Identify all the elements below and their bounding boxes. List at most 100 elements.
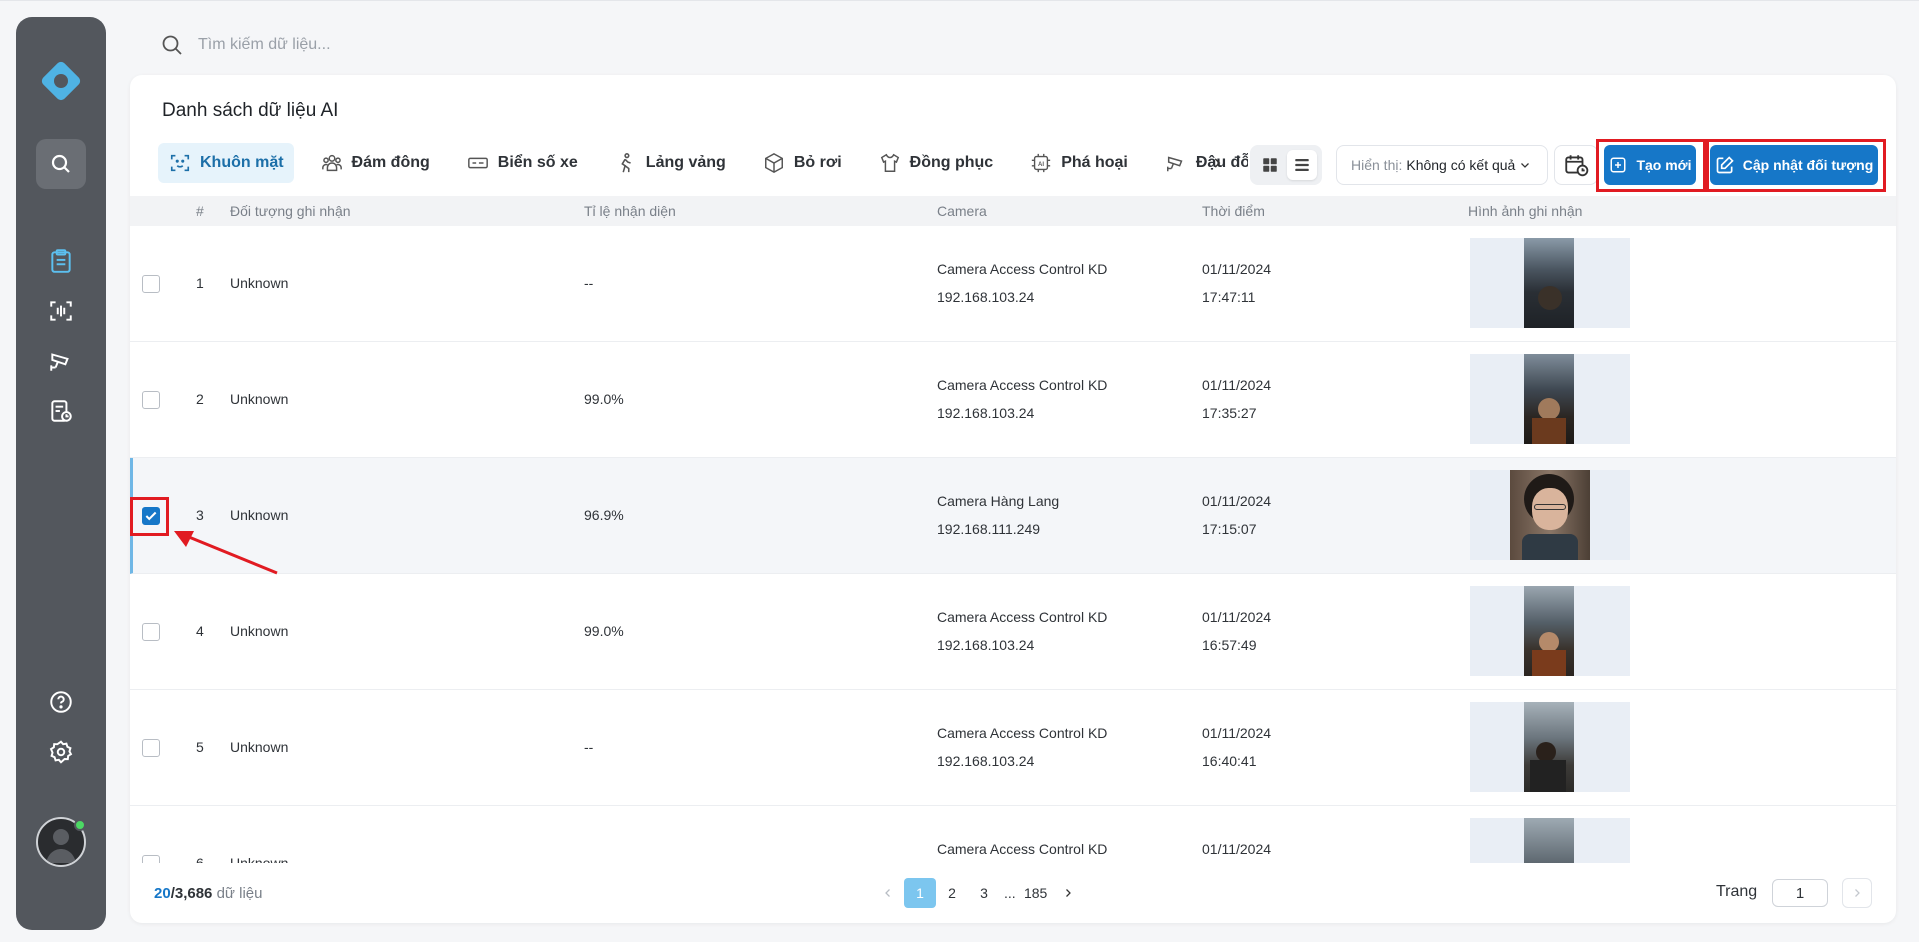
tab-parking[interactable]: Đậu đỗ — [1154, 143, 1248, 183]
category-tabs: Khuôn mặt Đám đông Biển số xe Lảng vảng … — [158, 143, 1248, 183]
people-icon — [320, 151, 344, 175]
table-row[interactable]: 2 Unknown 99.0% Camera Access Control KD… — [130, 342, 1896, 458]
clipboard-list-icon — [51, 249, 71, 273]
grid-view-button[interactable] — [1255, 150, 1285, 180]
sidebar-settings[interactable] — [46, 737, 76, 767]
sidebar-search-button[interactable] — [36, 139, 86, 189]
table-row-selected[interactable]: 3 Unknown 96.9% Camera Hàng Lang 192.168… — [130, 458, 1896, 574]
date-filter-button[interactable] — [1554, 145, 1598, 185]
row-camera: Camera Hàng Lang — [937, 493, 1060, 509]
page-jump-input[interactable] — [1772, 879, 1828, 907]
row-camera: Camera Access Control KD — [937, 377, 1108, 393]
tab-uniform[interactable]: Đồng phục — [868, 143, 1004, 183]
capture-thumbnail[interactable] — [1470, 470, 1630, 560]
row-checkbox[interactable] — [142, 739, 160, 757]
row-time: 17:35:27 — [1202, 405, 1257, 421]
walking-icon — [614, 151, 638, 175]
row-checkbox[interactable] — [142, 507, 160, 525]
row-date: 01/11/2024 — [1202, 377, 1272, 393]
page-title: Danh sách dữ liệu AI — [162, 100, 339, 121]
edit-icon — [1715, 155, 1735, 175]
row-object: Unknown — [230, 507, 289, 523]
sidebar-item-camera[interactable] — [46, 346, 76, 376]
chevron-left-icon — [885, 889, 890, 897]
list-icon — [1295, 159, 1309, 171]
pagination-prev[interactable] — [872, 878, 904, 908]
update-object-button[interactable]: Cập nhật đối tượng — [1710, 145, 1878, 185]
list-view-button[interactable] — [1287, 150, 1317, 180]
capture-thumbnail[interactable] — [1470, 702, 1630, 792]
capture-thumbnail[interactable] — [1470, 354, 1630, 444]
report-clock-icon — [51, 400, 72, 422]
svg-text:AI: AI — [1038, 162, 1044, 168]
table-row[interactable]: 4 Unknown 99.0% Camera Access Control KD… — [130, 574, 1896, 690]
cctv-camera-icon — [50, 353, 69, 371]
pagination-page[interactable]: 3 — [968, 878, 1000, 908]
gear-icon — [49, 740, 73, 764]
column-time: Thời điểm — [1202, 203, 1265, 219]
capture-thumbnail[interactable] — [1470, 818, 1630, 863]
row-checkbox[interactable] — [142, 855, 160, 863]
global-search — [160, 30, 760, 60]
tab-loitering[interactable]: Lảng vảng — [604, 143, 736, 183]
sidebar-help[interactable] — [46, 687, 76, 717]
sidebar-item-face-recognition[interactable] — [46, 296, 76, 326]
tabs-scroll-next[interactable] — [1206, 152, 1228, 174]
tab-abandoned[interactable]: Bỏ rơi — [752, 143, 852, 183]
ai-chip-icon: AI — [1029, 151, 1053, 175]
sidebar-item-data-list[interactable] — [46, 246, 76, 276]
row-time: 17:15:07 — [1202, 521, 1257, 537]
row-checkbox[interactable] — [142, 275, 160, 293]
row-date: 01/11/2024 — [1202, 609, 1272, 625]
row-index: 3 — [196, 507, 204, 523]
data-list-card: Danh sách dữ liệu AI Khuôn mặt Đám đông … — [130, 75, 1896, 923]
display-filter-label: Hiển thị: — [1351, 157, 1403, 173]
pagination-page[interactable]: 2 — [936, 878, 968, 908]
row-camera: Camera Access Control KD — [937, 609, 1108, 625]
row-date: 01/11/2024 — [1202, 261, 1272, 277]
row-object: Unknown — [230, 739, 289, 755]
display-filter-select[interactable]: Hiển thị: Không có kết quả — [1336, 145, 1548, 185]
pagination-page[interactable]: 1 — [904, 878, 936, 908]
column-image: Hình ảnh ghi nhận — [1468, 203, 1583, 219]
pagination-next[interactable] — [1052, 878, 1084, 908]
tab-crowd[interactable]: Đám đông — [310, 143, 440, 183]
table-row[interactable]: 6 Unknown Camera Access Control KD 01/11… — [130, 806, 1896, 863]
column-object: Đối tượng ghi nhận — [230, 203, 351, 219]
row-camera-ip: 192.168.103.24 — [937, 637, 1035, 653]
tab-vandalism[interactable]: AI Phá hoại — [1019, 143, 1138, 183]
online-status-dot — [74, 819, 86, 831]
row-checkbox[interactable] — [142, 391, 160, 409]
tab-face[interactable]: Khuôn mặt — [158, 143, 294, 183]
view-toggle — [1250, 145, 1322, 185]
row-index: 2 — [196, 391, 204, 407]
record-count: 20/3,686 dữ liệu — [154, 885, 262, 902]
capture-thumbnail[interactable] — [1470, 238, 1630, 328]
top-divider — [0, 0, 1919, 1]
pagination-page-last[interactable]: 185 — [1020, 878, 1052, 908]
row-date: 01/11/2024 — [1202, 493, 1272, 509]
row-time: 17:47:11 — [1202, 289, 1256, 305]
create-new-button[interactable]: Tạo mới — [1604, 145, 1696, 185]
row-date: 01/11/2024 — [1202, 725, 1272, 741]
row-rate: -- — [584, 739, 594, 755]
sidebar — [16, 17, 106, 930]
row-index: 4 — [196, 623, 204, 639]
row-camera: Camera Access Control KD — [937, 725, 1108, 741]
annotation-arrow-icon — [174, 531, 278, 575]
page-jump-next[interactable] — [1842, 878, 1872, 908]
chevron-right-icon — [1214, 158, 1221, 168]
table-row[interactable]: 1 Unknown -- Camera Access Control KD 19… — [130, 226, 1896, 342]
chevron-right-icon — [1065, 889, 1071, 897]
row-index: 1 — [196, 275, 204, 291]
row-camera-ip: 192.168.111.249 — [937, 521, 1041, 537]
sidebar-item-report[interactable] — [46, 396, 76, 426]
table-row[interactable]: 5 Unknown -- Camera Access Control KD 19… — [130, 690, 1896, 806]
tab-license-plate[interactable]: Biển số xe — [456, 143, 588, 183]
shirt-icon — [878, 151, 902, 175]
row-checkbox[interactable] — [142, 623, 160, 641]
row-object: Unknown — [230, 855, 289, 863]
search-input[interactable] — [198, 36, 698, 54]
capture-thumbnail[interactable] — [1470, 586, 1630, 676]
app-logo[interactable] — [35, 55, 87, 107]
